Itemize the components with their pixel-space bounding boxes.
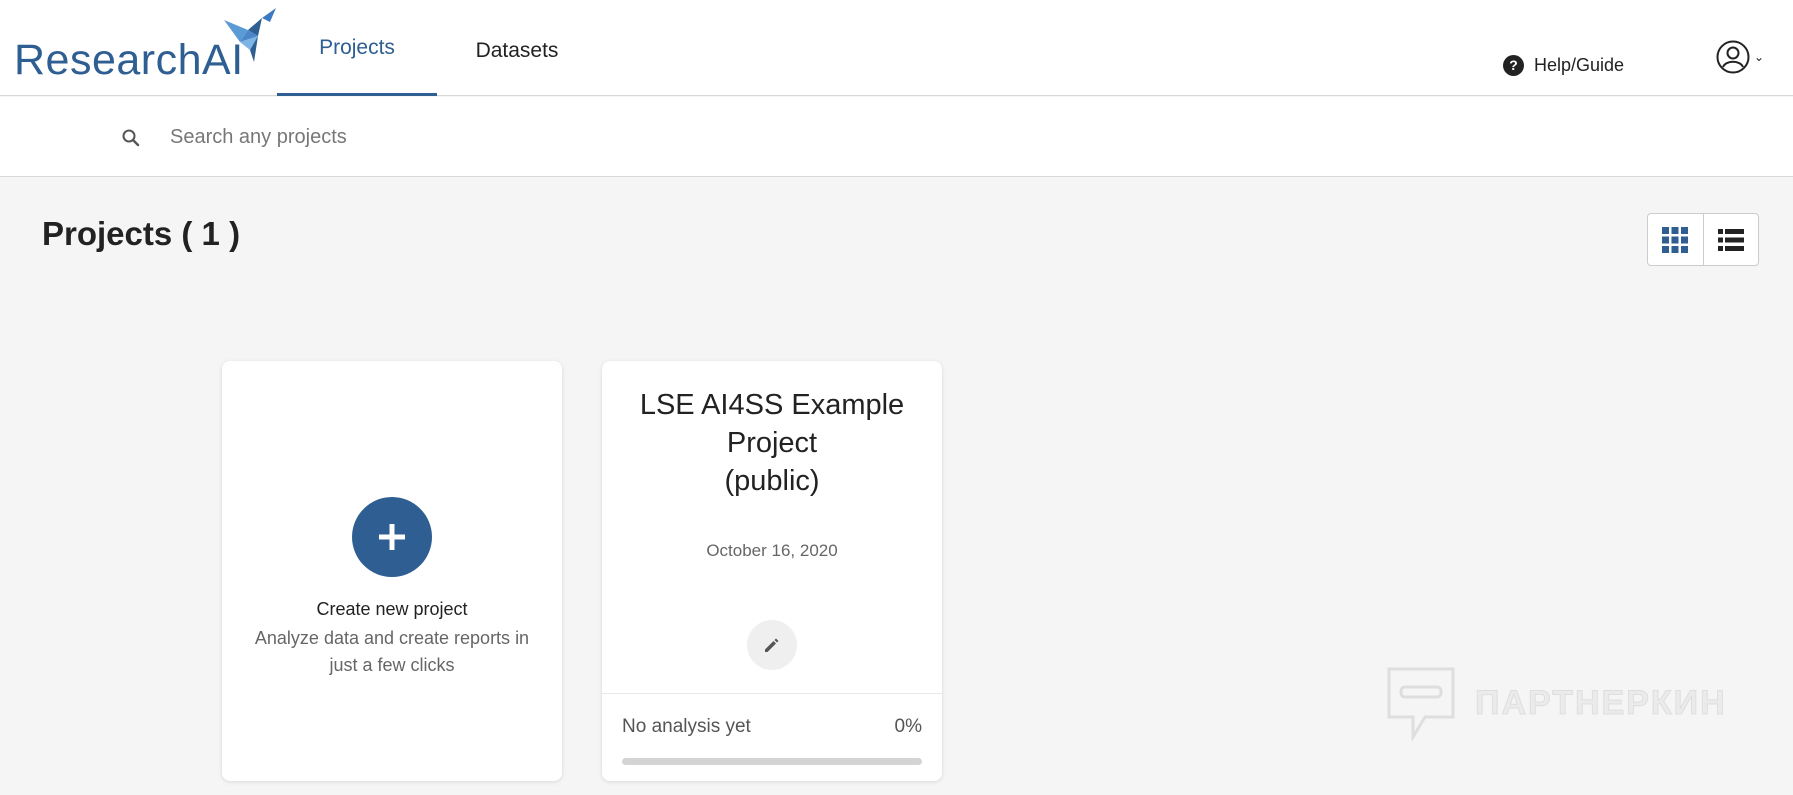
tab-projects-label: Projects xyxy=(319,35,395,59)
help-guide-link[interactable]: ? Help/Guide xyxy=(1503,52,1624,78)
edit-project-button[interactable] xyxy=(747,620,797,670)
project-card[interactable]: LSE AI4SS Example Project (public) Octobe… xyxy=(602,361,942,781)
researchai-logo[interactable]: ResearchAI xyxy=(14,6,276,86)
progress-bar xyxy=(622,758,922,765)
page-title: Projects ( 1 ) xyxy=(42,215,241,252)
project-title[interactable]: LSE AI4SS Example Project (public) xyxy=(622,386,922,500)
top-navigation-bar: ResearchAI Projects Datasets ? Help/Guid… xyxy=(0,0,1793,96)
grid-icon xyxy=(1662,226,1689,253)
list-icon xyxy=(1717,228,1744,251)
logo-text: ResearchAI xyxy=(14,36,244,84)
tab-projects[interactable]: Projects xyxy=(277,0,437,96)
question-circle-icon: ? xyxy=(1503,54,1524,76)
create-project-button[interactable] xyxy=(352,497,432,577)
chevron-down-icon: ⌄ xyxy=(1754,50,1765,64)
list-view-button[interactable] xyxy=(1702,214,1758,265)
tab-datasets[interactable]: Datasets xyxy=(437,0,597,96)
project-date: October 16, 2020 xyxy=(706,541,838,560)
watermark: ПАРТНЕРКИН xyxy=(1385,665,1727,741)
search-bar xyxy=(0,97,1793,177)
grid-view-button[interactable] xyxy=(1648,214,1703,265)
create-project-description: Analyze data and create reports in just … xyxy=(254,628,530,675)
help-guide-label: Help/Guide xyxy=(1534,54,1625,75)
card-divider xyxy=(602,693,942,694)
create-project-title: Create new project xyxy=(316,599,468,619)
user-menu-button[interactable]: ⌄ xyxy=(1716,40,1764,74)
watermark-text: ПАРТНЕРКИН xyxy=(1475,683,1727,722)
plus-icon xyxy=(379,524,405,550)
analysis-status: No analysis yet xyxy=(622,716,751,737)
search-icon xyxy=(122,129,140,147)
create-project-card[interactable]: Create new project Analyze data and crea… xyxy=(222,361,562,781)
progress-percent: 0% xyxy=(894,716,922,737)
bird-logo-icon xyxy=(224,8,276,62)
search-input[interactable] xyxy=(170,117,870,157)
speech-bubble-mask-icon xyxy=(1387,667,1455,741)
pencil-icon xyxy=(765,638,779,652)
view-mode-toggle xyxy=(1647,213,1759,266)
tab-datasets-label: Datasets xyxy=(475,39,559,62)
user-avatar-icon xyxy=(1716,40,1750,74)
